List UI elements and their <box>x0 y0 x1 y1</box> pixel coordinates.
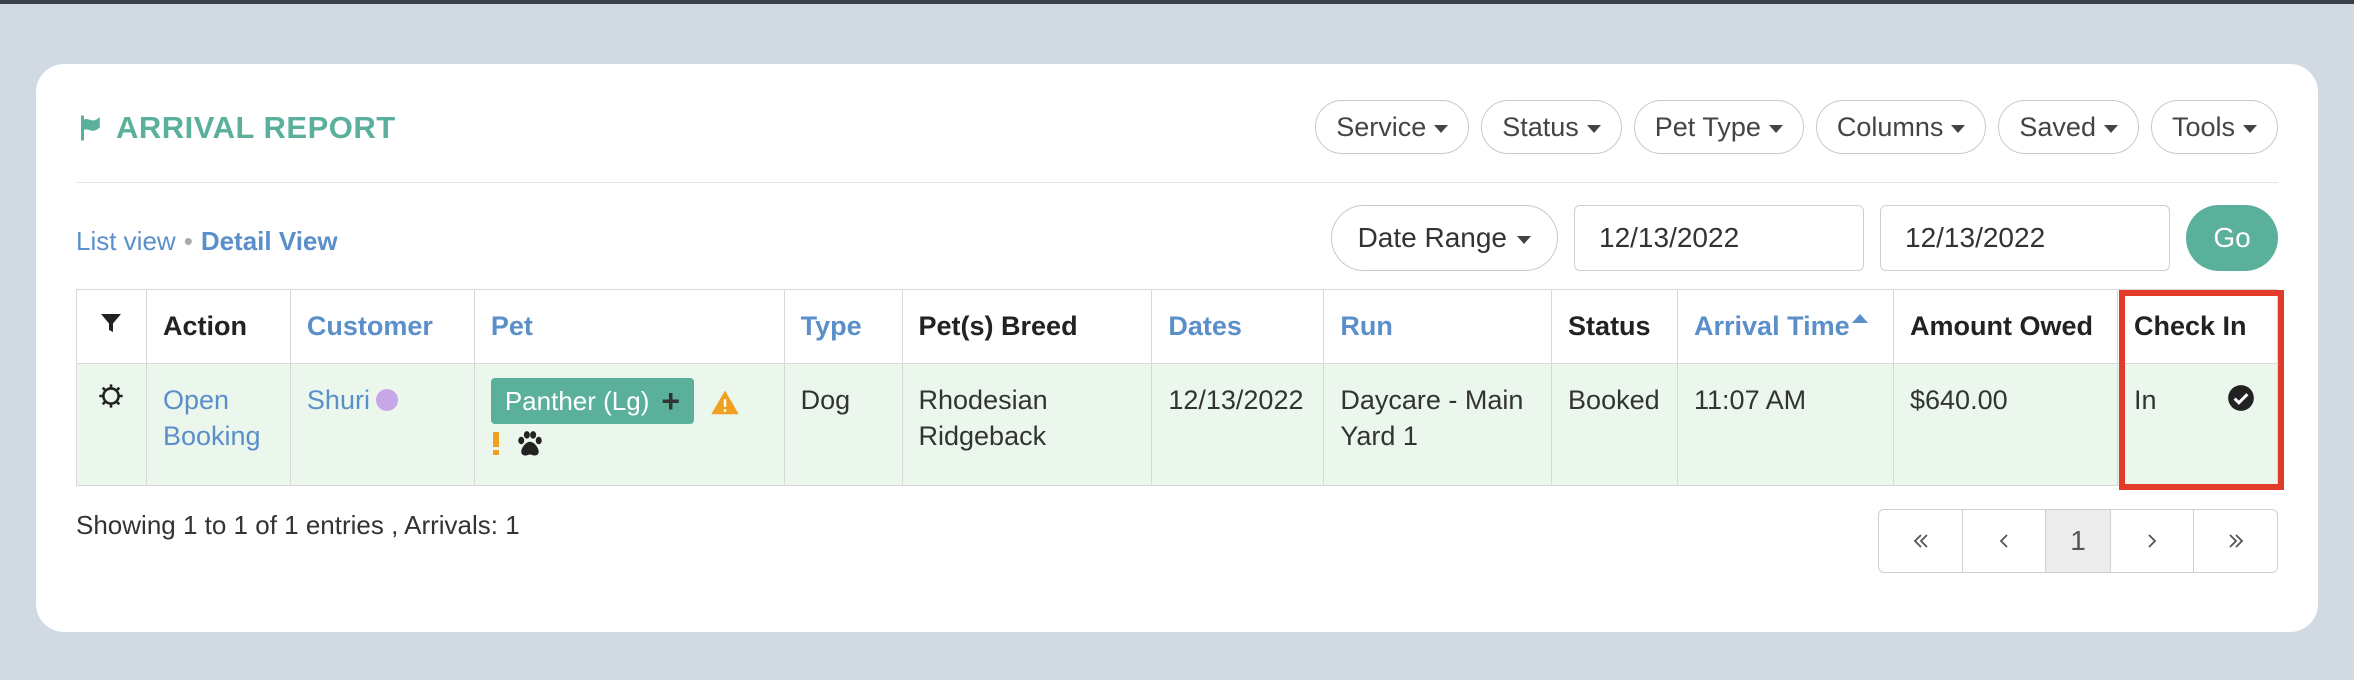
check-circle-icon[interactable] <box>2227 384 2255 412</box>
check-in-column-header: Check In <box>2116 289 2279 364</box>
caret-down-icon <box>1951 124 1966 133</box>
caret-down-icon <box>1517 235 1531 244</box>
page-1-button[interactable]: 1 <box>2045 509 2111 573</box>
filter-column-header[interactable] <box>76 289 147 364</box>
list-view-link[interactable]: List view <box>76 226 176 257</box>
chevron-left-icon <box>1999 534 2008 548</box>
first-page-button[interactable] <box>1878 509 1963 573</box>
table-row: Open Booking Shuri Panther (Lg) + Dog Rho… <box>76 363 2279 486</box>
caret-down-icon <box>1768 124 1783 133</box>
status-cell: Booked <box>1551 363 1679 486</box>
pagination: 1 <box>1878 509 2278 573</box>
status-filter-button[interactable]: Status <box>1481 100 1622 154</box>
view-switcher: List view • Detail View <box>76 226 338 257</box>
plus-icon[interactable]: + <box>661 385 680 417</box>
chevron-right-icon <box>2148 534 2157 548</box>
row-settings-cell <box>76 363 147 486</box>
amount-owed-column-header: Amount Owed <box>1893 289 2118 364</box>
next-page-button[interactable] <box>2109 509 2195 573</box>
paw-icon <box>518 431 542 456</box>
sort-ascending-icon <box>1851 314 1868 323</box>
double-chevron-left-icon <box>1913 534 1928 548</box>
run-column-header[interactable]: Run <box>1323 289 1553 364</box>
service-filter-button[interactable]: Service <box>1315 100 1470 154</box>
open-booking-link[interactable]: Open Booking <box>163 385 261 451</box>
customer-status-dot <box>375 389 398 411</box>
breed-column-header: Pet(s) Breed <box>901 289 1153 364</box>
previous-page-button[interactable] <box>1961 509 2047 573</box>
customer-cell: Shuri <box>289 363 475 486</box>
divider <box>76 182 2278 183</box>
pet-cell: Panther (Lg) + <box>473 363 785 486</box>
action-column-header: Action <box>145 289 291 364</box>
type-cell: Dog <box>783 363 903 486</box>
dates-cell: 12/13/2022 <box>1151 363 1325 486</box>
view-separator: • <box>183 226 193 256</box>
check-in-cell: In <box>2116 363 2279 486</box>
arrival-table: Action Customer Pet Type Pet(s) Breed Da… <box>76 289 2279 486</box>
filter-bar: Service Status Pet Type Columns Saved To… <box>1315 100 2278 154</box>
open-booking-cell: Open Booking <box>145 363 291 486</box>
report-title: ARRIVAL REPORT <box>76 108 396 148</box>
dates-column-header[interactable]: Dates <box>1151 289 1325 364</box>
customer-link[interactable]: Shuri <box>307 385 370 415</box>
warning-icon <box>711 390 739 415</box>
caret-down-icon <box>2243 124 2257 133</box>
table-header-row: Action Customer Pet Type Pet(s) Breed Da… <box>76 289 2279 364</box>
pet-column-header[interactable]: Pet <box>473 289 785 364</box>
top-bar <box>0 0 2354 4</box>
filter-icon <box>101 314 122 332</box>
check-in-status: In <box>2133 385 2157 415</box>
type-column-header[interactable]: Type <box>783 289 903 364</box>
entries-summary: Showing 1 to 1 of 1 entries , Arrivals: … <box>76 510 520 540</box>
columns-button[interactable]: Columns <box>1815 100 1987 154</box>
tools-button[interactable]: Tools <box>2150 100 2278 154</box>
last-page-button[interactable] <box>2193 509 2278 573</box>
date-controls: Date Range 12/13/2022 12/13/2022 Go <box>1330 205 2278 271</box>
arrival-time-column-header[interactable]: Arrival Time <box>1677 289 1894 364</box>
customer-column-header[interactable]: Customer <box>289 289 475 364</box>
breed-cell: Rhodesian Ridgeback <box>901 363 1153 486</box>
amount-owed-cell: $640.00 <box>1893 363 2118 486</box>
date-range-button[interactable]: Date Range <box>1330 205 1558 271</box>
saved-button[interactable]: Saved <box>1998 100 2139 154</box>
caret-down-icon <box>1434 124 1449 133</box>
start-date-input[interactable]: 12/13/2022 <box>1574 205 1864 271</box>
exclamation-icon <box>492 432 499 455</box>
pet-type-filter-button[interactable]: Pet Type <box>1633 100 1804 154</box>
caret-down-icon <box>2103 124 2118 133</box>
caret-down-icon <box>1586 124 1601 133</box>
arrival-time-cell: 11:07 AM <box>1677 363 1894 486</box>
pet-badge[interactable]: Panther (Lg) + <box>490 378 695 424</box>
run-cell: Daycare - Main Yard 1 <box>1323 363 1553 486</box>
detail-view-link[interactable]: Detail View <box>201 226 338 257</box>
gear-icon[interactable] <box>97 382 125 410</box>
flag-icon <box>81 115 100 141</box>
end-date-input[interactable]: 12/13/2022 <box>1880 205 2170 271</box>
double-chevron-right-icon <box>2228 534 2243 548</box>
status-column-header: Status <box>1551 289 1679 364</box>
go-button[interactable]: Go <box>2186 205 2278 271</box>
report-title-text: ARRIVAL REPORT <box>116 110 396 145</box>
